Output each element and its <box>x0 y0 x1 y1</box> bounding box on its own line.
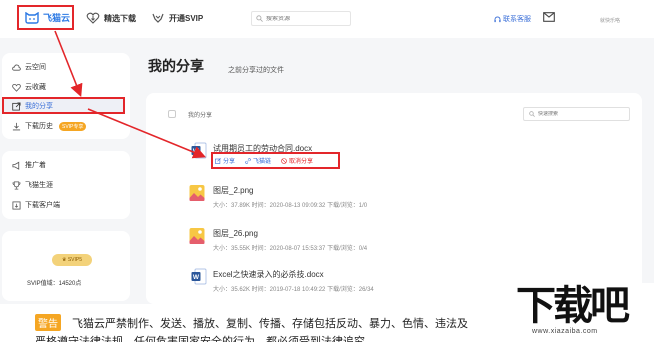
link-icon <box>245 157 251 164</box>
nav-featured-downloads[interactable]: 精选下载 <box>86 12 136 24</box>
crown-icon: ♛ <box>61 257 67 263</box>
sidebar-item-label: 推广着 <box>25 162 46 169</box>
logo-label: 飞猫云 <box>43 13 71 23</box>
word-file-icon: W <box>191 142 207 159</box>
user-name[interactable]: 就快乐咯 <box>600 17 620 24</box>
sidebar-vip-card <box>2 231 130 301</box>
download-heart-icon <box>86 12 100 24</box>
file-meta: 大小：35.55K 时间：2020-08-07 15:53:37 下载/浏览：0… <box>213 246 368 252</box>
trophy-icon <box>12 181 21 189</box>
sidebar-item-career[interactable]: 飞猫生涯 <box>12 180 53 190</box>
file-name[interactable]: 图层_2.png <box>213 185 253 196</box>
svip-level-pill: ♛ SVIP5 <box>52 254 92 266</box>
vip-hands-icon <box>152 13 164 23</box>
cancel-share-button[interactable]: 取消分享 <box>281 156 313 165</box>
file-name[interactable]: 图层_26.png <box>213 228 258 239</box>
cloud-icon <box>12 64 21 71</box>
top-bar: 飞猫云 精选下载 开通SVIP 联系客服 就快乐咯 <box>0 0 654 38</box>
nav-featured-label: 精选下载 <box>104 13 136 23</box>
notice-line-1: 飞猫云严禁制作、发送、播放、复制、传播、存储包括反动、暴力、色情、违法及 <box>72 318 468 330</box>
top-search[interactable] <box>251 11 351 26</box>
svip-level-label: SVIP5 <box>67 257 83 263</box>
sidebar-item-download-client[interactable]: 下载客户端 <box>12 200 60 210</box>
svip-points: SVIP值域：14520点 <box>27 281 82 287</box>
sidebar-item-label: 我的分享 <box>25 103 53 110</box>
image-file-icon <box>189 185 205 201</box>
file-meta: 大小：37.89K 时间：2020-08-13 09:09:32 下载/浏览：1… <box>213 203 368 209</box>
svip-exclusive-badge: SVIP专享 <box>59 121 87 131</box>
search-icon <box>529 111 535 117</box>
file-meta: 大小：35.62K 时间：2019-07-18 10:49:22 下载/浏览：2… <box>213 287 374 293</box>
feimao-link-button[interactable]: 飞猫链 <box>245 156 271 165</box>
top-search-input[interactable] <box>266 15 346 22</box>
warning-tag: 警告 <box>35 314 61 331</box>
watermark-url: www.xiazaiba.com <box>532 328 598 335</box>
page-title: 我的分享 <box>148 58 204 74</box>
headset-icon <box>494 15 501 22</box>
file-name[interactable]: Excel之快速录入的必杀技.docx <box>213 269 324 280</box>
logo-button[interactable]: 飞猫云 <box>17 5 74 30</box>
svg-text:W: W <box>193 148 200 155</box>
page-subtitle: 之前分享过的文件 <box>228 67 284 74</box>
watermark: 下载吧 www.xiazaiba.com <box>516 283 654 342</box>
quick-search-input[interactable] <box>538 111 628 117</box>
promote-icon <box>12 161 20 170</box>
search-icon <box>256 15 263 22</box>
sidebar-item-cloud-space[interactable]: 云空间 <box>12 62 46 72</box>
feimao-link-label: 飞猫链 <box>253 159 272 165</box>
share-action-label: 分享 <box>223 159 236 165</box>
heart-icon <box>12 83 21 92</box>
share-icon <box>12 101 21 111</box>
share-action-button[interactable]: 分享 <box>215 156 235 165</box>
download-icon <box>12 122 21 130</box>
cancel-share-label: 取消分享 <box>289 159 314 165</box>
sidebar-item-label: 下载历史 <box>25 123 53 130</box>
list-header-label: 我的分享 <box>188 113 213 119</box>
cat-logo-icon <box>25 11 39 24</box>
image-file-icon <box>189 228 205 244</box>
sidebar-item-promoter[interactable]: 推广着 <box>12 160 46 170</box>
nav-open-svip[interactable]: 开通SVIP <box>151 12 203 24</box>
share-icon <box>215 157 221 164</box>
sidebar-item-label: 下载客户端 <box>25 202 60 209</box>
select-all-checkbox[interactable] <box>168 110 176 118</box>
customer-service-label: 联系客服 <box>503 16 531 23</box>
share-actions-highlight: 分享 飞猫链 取消分享 <box>211 152 340 169</box>
customer-service-link[interactable]: 联系客服 <box>494 14 531 24</box>
sidebar-item-label: 云空间 <box>25 64 46 71</box>
word-file-icon: W <box>191 268 207 285</box>
notice-line-2: 严格遵守法律法规，任何危害国家安全的行为，都必须受到法律追究 <box>35 336 365 342</box>
cancel-circle-icon <box>281 157 287 164</box>
sidebar-item-label: 云收藏 <box>25 84 46 91</box>
mail-icon[interactable] <box>543 12 555 22</box>
svg-text:W: W <box>193 274 200 281</box>
sidebar-item-label: 飞猫生涯 <box>25 182 53 189</box>
sidebar-item-download-history[interactable]: 下载历史 SVIP专享 <box>12 121 87 131</box>
quick-search[interactable] <box>523 107 630 121</box>
sidebar-item-my-shares[interactable]: 我的分享 <box>12 101 53 111</box>
watermark-logo: 下载吧 <box>516 283 630 329</box>
client-icon <box>12 200 21 210</box>
nav-svip-label: 开通SVIP <box>169 13 204 23</box>
sidebar-item-cloud-favorites[interactable]: 云收藏 <box>12 82 46 92</box>
